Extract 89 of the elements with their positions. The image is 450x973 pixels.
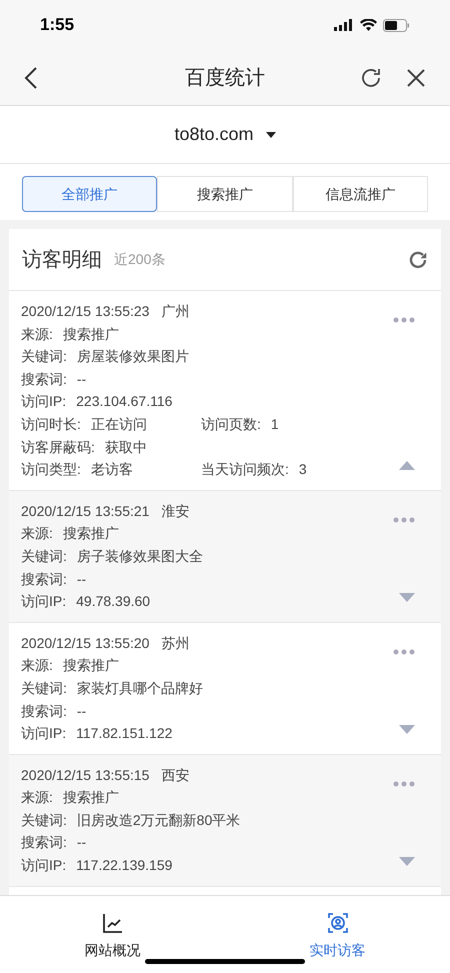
field-label: 访客屏蔽码:	[21, 438, 95, 457]
field-value: --	[76, 833, 86, 852]
filter-tab[interactable]: 全部推广	[22, 176, 158, 212]
field-label: 来源:	[21, 656, 53, 676]
panel-title: 访客明细	[22, 248, 102, 272]
field-label: 搜索词:	[21, 370, 67, 389]
field-value: --	[76, 570, 86, 589]
more-button[interactable]	[393, 516, 415, 523]
field-value: 1	[270, 414, 279, 434]
field-label: 访问类型:	[21, 460, 81, 480]
field-label: 访问IP:	[21, 592, 66, 612]
person-scan-icon	[326, 912, 348, 934]
field-label: 访问IP:	[21, 856, 66, 876]
filter-tab[interactable]: 信息流推广	[292, 176, 428, 212]
expand-button[interactable]	[399, 592, 415, 602]
more-button[interactable]	[393, 648, 415, 655]
more-icon	[393, 516, 415, 523]
field-value: 房屋装修效果图片	[76, 347, 189, 366]
field-value: 正在访问	[90, 414, 147, 434]
field-label: 访问页数:	[201, 414, 261, 434]
field-value: 搜索推广	[62, 324, 119, 344]
more-button[interactable]	[393, 317, 415, 323]
refresh-icon	[360, 66, 382, 88]
reload-icon	[408, 250, 428, 270]
collapse-button[interactable]	[399, 460, 415, 470]
field-label: 访问时长:	[21, 414, 81, 434]
bottom-tab[interactable]: 网站概况	[0, 896, 225, 973]
visit-time: 2020/12/15 13:55:21	[21, 502, 150, 521]
field-label: 访问IP:	[21, 724, 66, 744]
visit-city: 广州	[161, 302, 190, 321]
caret-icon	[266, 132, 276, 138]
field-value: 117.22.139.159	[76, 856, 172, 876]
field-label: 当天访问频次:	[201, 460, 289, 480]
more-icon	[393, 317, 415, 323]
field-label: 搜索词:	[21, 702, 67, 720]
visit-time: 2020/12/15 13:55:23	[21, 302, 150, 321]
field-label: 搜索词:	[21, 833, 67, 852]
field-label: 搜索词:	[21, 570, 67, 589]
field-label: 关键词:	[21, 678, 67, 698]
field-value: --	[76, 702, 86, 720]
field-label: 关键词:	[21, 546, 67, 566]
field-value: 家装灯具哪个品牌好	[76, 678, 203, 698]
field-label: 关键词:	[21, 810, 67, 830]
visit-city: 淮安	[161, 502, 190, 521]
page-title: 百度统计	[184, 66, 266, 90]
visit-city: 苏州	[161, 634, 190, 653]
field-label: 来源:	[21, 788, 53, 808]
line-chart-icon	[102, 912, 124, 934]
reload-button[interactable]	[408, 250, 428, 270]
close-button[interactable]	[406, 68, 426, 88]
chevron-left-icon	[24, 66, 38, 90]
triangle-up-icon	[399, 460, 415, 470]
status-time: 1:55	[40, 14, 74, 36]
field-value: 3	[298, 460, 307, 480]
wifi-icon	[360, 19, 377, 31]
field-value: 旧房改造2万元翻新80平米	[76, 810, 240, 830]
field-label: 关键词:	[21, 347, 67, 366]
field-value: 搜索推广	[62, 524, 119, 544]
field-value: --	[76, 370, 86, 389]
field-value: 49.78.39.60	[76, 592, 150, 612]
battery-icon	[383, 18, 410, 32]
field-value: 搜索推广	[62, 656, 119, 676]
field-value: 房子装修效果图大全	[76, 546, 203, 566]
field-label: 访问IP:	[21, 392, 66, 412]
triangle-down-icon	[399, 724, 415, 734]
field-value: 老访客	[90, 460, 133, 480]
more-button[interactable]	[393, 780, 415, 787]
visit-time: 2020/12/15 13:55:15	[21, 766, 150, 785]
record-count: 近200条	[114, 250, 166, 269]
field-label: 来源:	[21, 524, 53, 544]
signal-icon	[334, 19, 354, 31]
field-value: 获取中	[104, 438, 147, 457]
expand-button[interactable]	[399, 724, 415, 734]
more-icon	[393, 780, 415, 787]
field-value: 223.104.67.116	[76, 392, 172, 412]
close-icon	[406, 68, 426, 88]
field-value: 搜索推广	[62, 788, 119, 808]
site-selector[interactable]: to8to.com	[174, 121, 276, 148]
more-icon	[393, 648, 415, 655]
visit-time: 2020/12/15 13:55:20	[21, 634, 150, 653]
expand-button[interactable]	[399, 856, 415, 866]
field-label: 来源:	[21, 324, 53, 344]
field-value: 117.82.151.122	[76, 724, 172, 744]
refresh-button[interactable]	[360, 66, 382, 88]
visit-city: 西安	[161, 766, 190, 785]
triangle-down-icon	[399, 856, 415, 866]
bottom-tab[interactable]: 实时访客	[225, 896, 450, 973]
triangle-down-icon	[399, 592, 415, 602]
filter-tab[interactable]: 搜索推广	[157, 176, 293, 212]
